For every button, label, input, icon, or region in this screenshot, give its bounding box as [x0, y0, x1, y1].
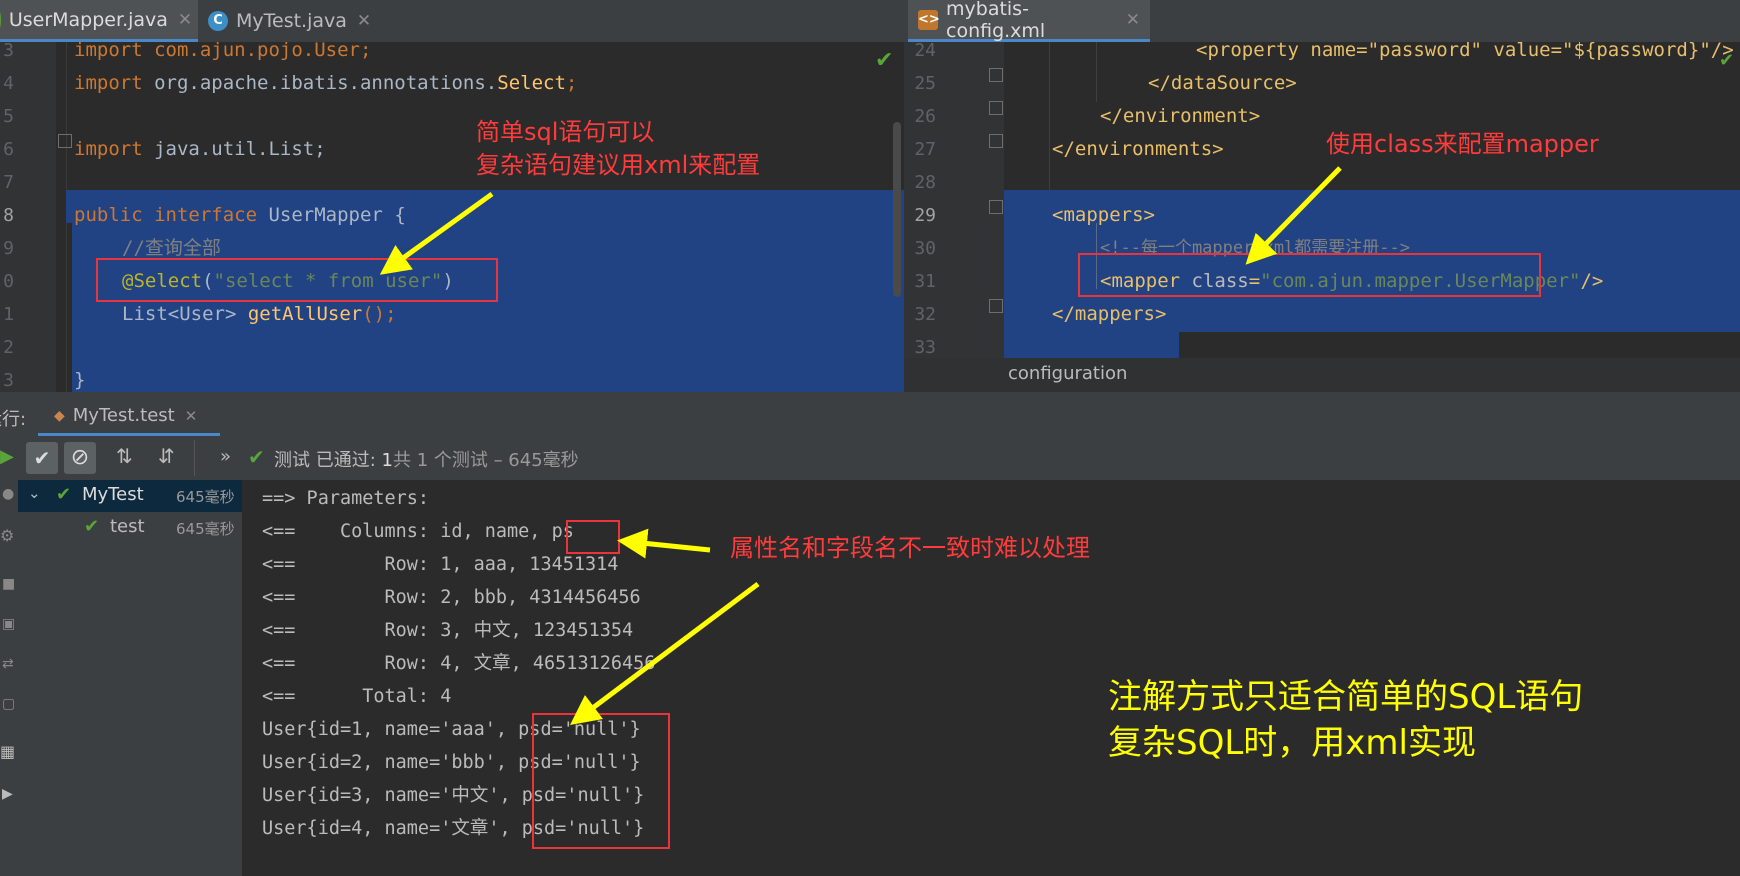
- arrow-icon: [570, 582, 760, 725]
- arrow-icon: [379, 191, 494, 275]
- arrow-icon: [617, 528, 711, 559]
- arrow-icon: [1245, 166, 1342, 265]
- annotation-arrows: [379, 166, 1342, 725]
